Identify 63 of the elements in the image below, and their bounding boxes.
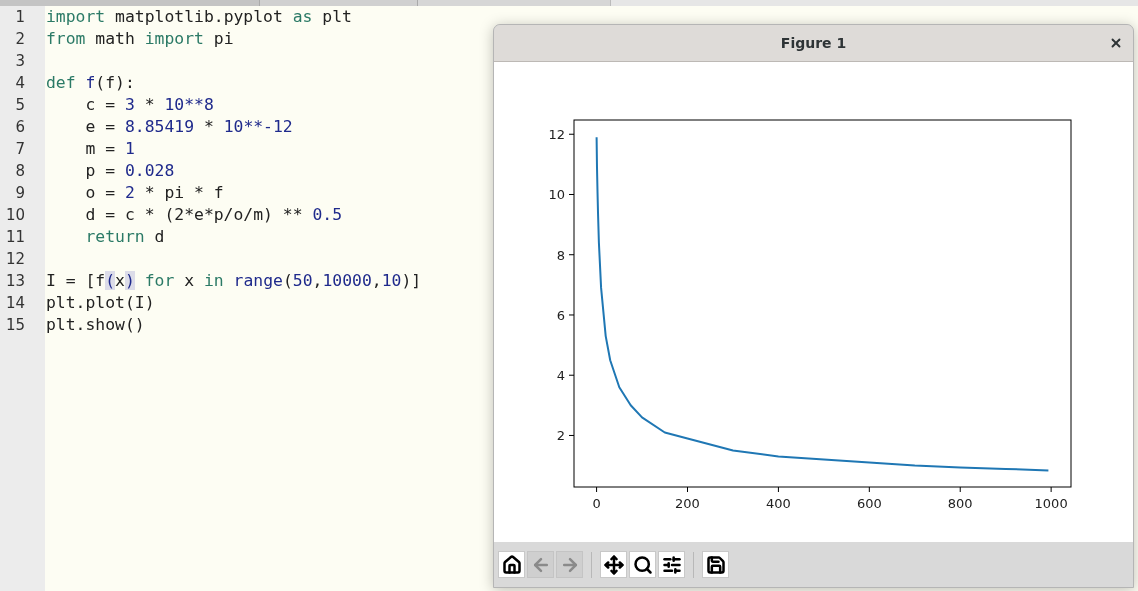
y-tick: 6 [556,308,575,323]
x-tick-label: 1000 [1034,496,1068,511]
line-number: 5 [14,94,26,116]
code-line: e = 8.85419 * 10**-12 [84,116,293,138]
y-tick: 2 [556,428,575,444]
x-tick: 600 [856,486,882,511]
code-line: import matplotlib.pyplot as plt [46,6,352,28]
line-number: 14 [4,292,26,314]
code-line: m = 1 [84,138,135,160]
window-title: Figure 1 [780,33,847,53]
x-tick: 1000 [1034,486,1068,511]
x-tick: 0 [592,486,601,511]
code-line: d = c * (2*e*p/o/m) ** 0.5 [84,204,343,226]
code-line: def f(f): [46,72,135,94]
code-line: c = 3 * 10**8 [84,94,214,116]
y-tick: 4 [556,368,575,384]
home-button[interactable] [498,551,525,578]
y-tick-label: 12 [548,127,565,143]
line-number: 9 [14,182,26,204]
y-tick-label: 10 [548,187,565,203]
y-tick: 8 [556,247,575,263]
save-button[interactable] [702,551,729,578]
line-number: 1 [14,6,26,28]
zoom-button[interactable] [629,551,656,578]
pan-button[interactable] [600,551,627,578]
y-tick: 12 [548,127,575,143]
line-number: 6 [14,116,26,138]
code-line: return d [84,226,165,248]
code-line: plt.show() [46,314,145,336]
line-number: 8 [14,160,26,182]
configure-button[interactable] [658,551,685,578]
x-tick-label: 200 [675,496,700,511]
magnifier-icon [632,554,653,575]
x-tick: 400 [766,486,791,511]
line-number: 4 [14,72,26,94]
x-tick: 800 [947,486,973,511]
line-number: 7 [14,138,26,160]
x-tick-label: 800 [947,496,973,511]
line-number: 13 [4,270,26,292]
code-line: I = [f(x) for x in range(50,10000,10)] [46,270,422,292]
line-number: 3 [14,50,26,72]
line-number: 15 [4,314,26,336]
line-number: 2 [14,28,26,50]
y-tick: 10 [548,187,575,203]
y-tick-label: 8 [556,247,565,263]
x-tick-label: 600 [856,496,882,511]
x-tick-label: 400 [765,496,791,511]
line-number: 10 [4,204,26,226]
code-line: o = 2 * pi * f [84,182,224,204]
close-icon [1109,36,1123,50]
code-line: p = 0.028 [84,160,175,182]
line-number: 12 [4,248,26,270]
y-tick-label: 2 [556,428,565,444]
x-tick: 200 [675,486,700,511]
code-line: plt.plot(I) [46,292,155,314]
code-line: from math import pi [46,28,234,50]
x-tick-label: 0 [592,496,601,511]
line-number: 11 [4,226,26,248]
move-icon [603,554,624,575]
y-tick-label: 4 [556,368,565,384]
home-icon [501,554,522,575]
sliders-icon [661,554,682,575]
y-tick-label: 6 [556,307,565,323]
